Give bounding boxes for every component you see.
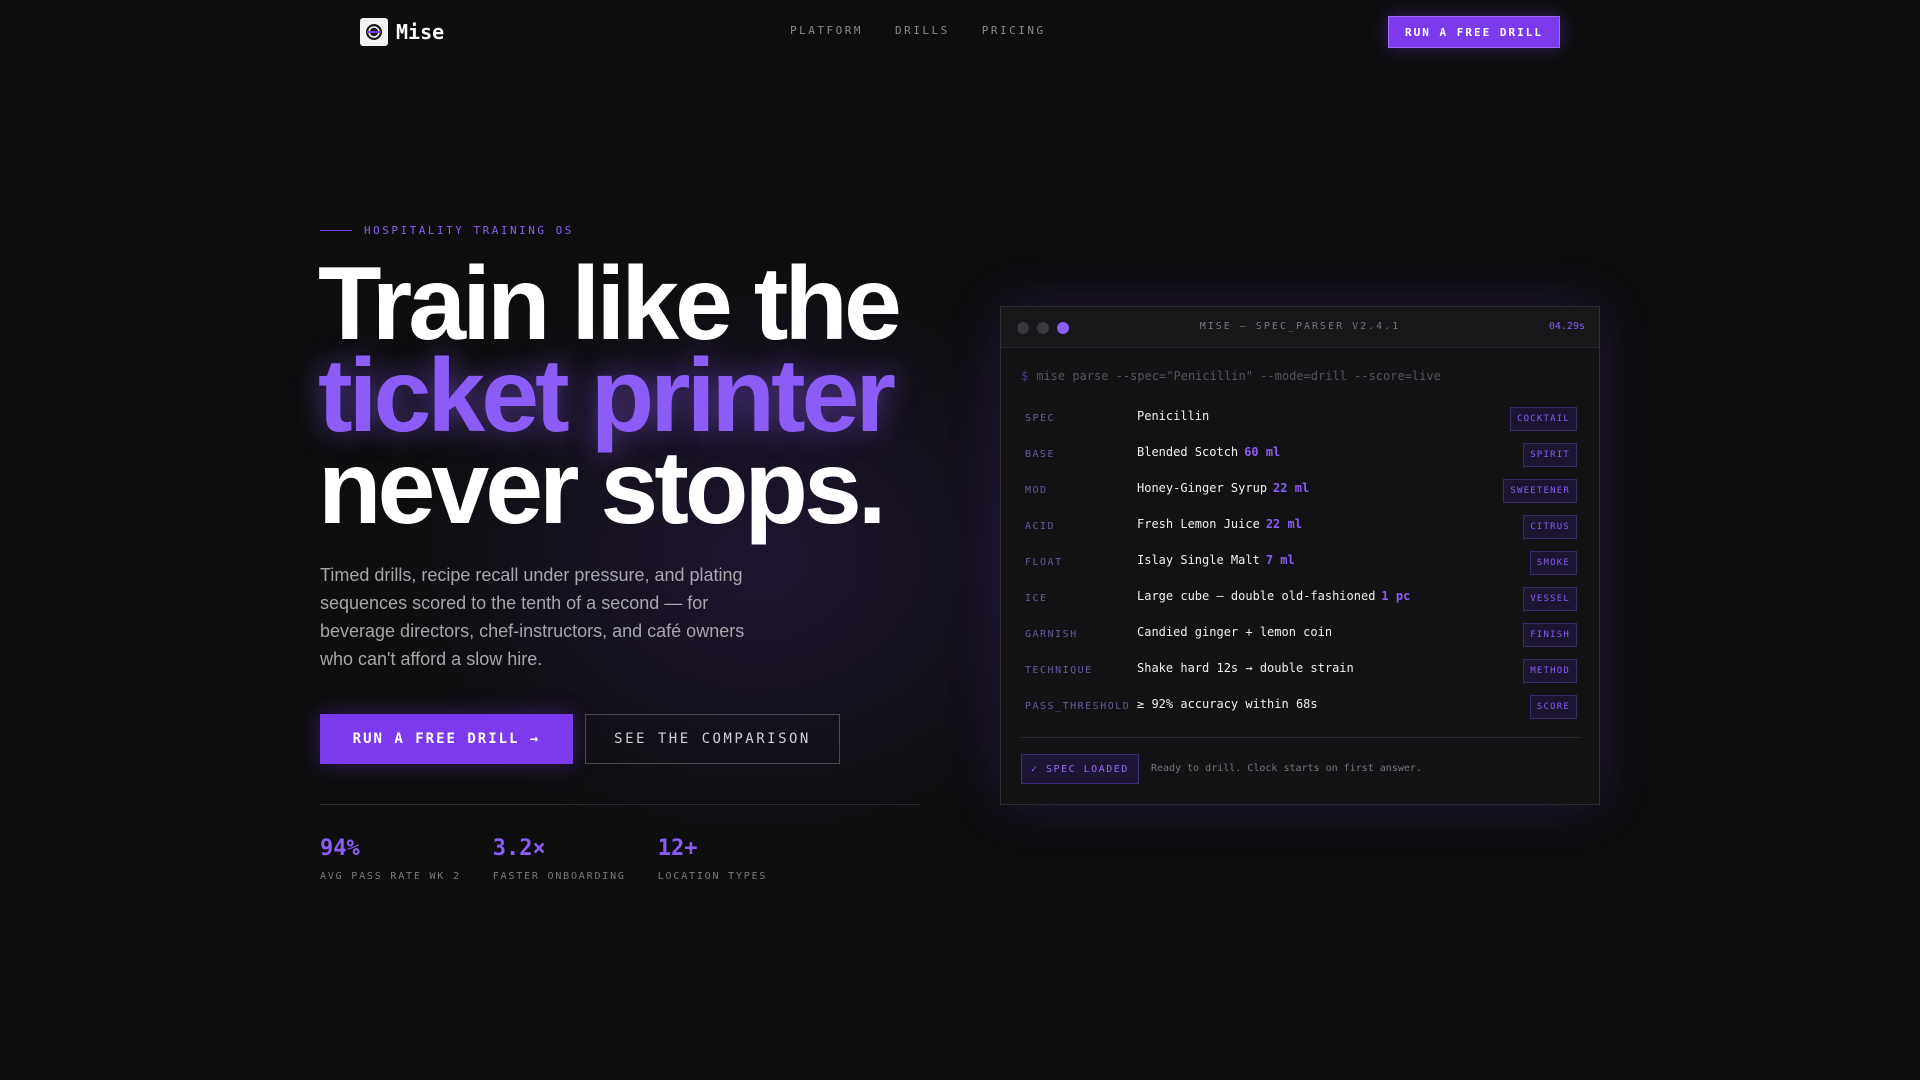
row-qty: 1 pc bbox=[1381, 589, 1411, 603]
run-free-drill-button[interactable]: RUN A FREE DRILL → bbox=[320, 714, 573, 764]
row-tag: VESSEL bbox=[1523, 587, 1577, 611]
eyebrow-line bbox=[320, 230, 352, 231]
row-key: SPEC bbox=[1025, 413, 1056, 424]
row-value: Fresh Lemon Juice 22 ml bbox=[1137, 517, 1302, 531]
row-value: Honey-Ginger Syrup 22 ml bbox=[1137, 481, 1310, 495]
nav-link-drills[interactable]: DRILLS bbox=[895, 24, 950, 37]
row-tag: SPIRIT bbox=[1523, 443, 1577, 467]
spec-loaded-badge: ✓ SPEC LOADED bbox=[1021, 754, 1139, 784]
row-value: Penicillin bbox=[1137, 409, 1210, 423]
stat-value: 94% bbox=[320, 836, 360, 861]
spec-row: BASE Blended Scotch 60 ml SPIRIT bbox=[1001, 443, 1601, 479]
row-value: Blended Scotch 60 ml bbox=[1137, 445, 1281, 459]
row-value: Large cube — double old-fashioned 1 pc bbox=[1137, 589, 1411, 603]
see-comparison-button[interactable]: SEE THE COMPARISON bbox=[585, 714, 840, 764]
row-value: Islay Single Malt 7 ml bbox=[1137, 553, 1295, 567]
row-qty: 22 ml bbox=[1265, 517, 1302, 531]
spec-row: MOD Honey-Ginger Syrup 22 ml SWEETENER bbox=[1001, 479, 1601, 515]
row-key: FLOAT bbox=[1025, 557, 1063, 568]
hero-eyebrow: HOSPITALITY TRAINING OS bbox=[320, 224, 574, 237]
row-qty: 7 ml bbox=[1265, 553, 1295, 567]
row-tag: SCORE bbox=[1529, 695, 1577, 719]
row-tag: METHOD bbox=[1523, 659, 1577, 683]
stat-label: AVG PASS RATE WK 2 bbox=[320, 871, 461, 882]
row-value: Candied ginger + lemon coin bbox=[1137, 625, 1333, 639]
stat-pass-rate: 94% AVG PASS RATE WK 2 bbox=[320, 836, 461, 882]
row-key: MOD bbox=[1025, 485, 1048, 496]
stat-value: 12+ bbox=[657, 836, 698, 861]
row-tag: SWEETENER bbox=[1503, 479, 1577, 503]
stat-label: FASTER ONBOARDING bbox=[492, 871, 626, 882]
terminal-timer: 04.29s bbox=[1548, 321, 1585, 332]
row-tag: COCKTAIL bbox=[1510, 407, 1577, 431]
logo-text: Mise bbox=[396, 20, 445, 44]
nav-run-free-drill-button[interactable]: RUN A FREE DRILL bbox=[1388, 16, 1560, 48]
headline-line-1: Train like the bbox=[318, 246, 902, 362]
row-key: ACID bbox=[1025, 521, 1056, 532]
terminal-title: MISE — SPEC_PARSER V2.4.1 bbox=[1199, 321, 1401, 332]
row-key: ICE bbox=[1025, 593, 1048, 604]
spec-row: SPEC Penicillin COCKTAIL bbox=[1001, 407, 1601, 443]
row-tag: FINISH bbox=[1523, 623, 1577, 647]
prompt-symbol: $ bbox=[1021, 369, 1029, 383]
spec-row: ICE Large cube — double old-fashioned 1 p… bbox=[1001, 587, 1601, 623]
logo[interactable]: Mise bbox=[360, 18, 444, 46]
row-key: TECHNIQUE bbox=[1025, 665, 1093, 676]
spec-row: TECHNIQUE Shake hard 12s → double strain… bbox=[1001, 659, 1601, 695]
row-key: BASE bbox=[1025, 449, 1056, 460]
status-text: Ready to drill. Clock starts on first an… bbox=[1151, 763, 1422, 774]
spec-row: FLOAT Islay Single Malt 7 ml SMOKE bbox=[1001, 551, 1601, 587]
row-qty: 60 ml bbox=[1244, 445, 1281, 459]
row-tag: SMOKE bbox=[1529, 551, 1577, 575]
row-tag: CITRUS bbox=[1523, 515, 1577, 539]
spec-row: ACID Fresh Lemon Juice 22 ml CITRUS bbox=[1001, 515, 1601, 551]
spec-row: PASS_THRESHOLD ≥ 92% accuracy within 68s… bbox=[1001, 695, 1601, 731]
terminal-command: $ mise parse --spec="Penicillin" --mode=d… bbox=[1021, 369, 1441, 383]
headline-line-2: ticket printer bbox=[318, 338, 896, 454]
command-text: mise parse --spec="Penicillin" --mode=dr… bbox=[1036, 369, 1441, 383]
terminal-divider bbox=[1021, 737, 1581, 738]
row-key: PASS_THRESHOLD bbox=[1025, 701, 1131, 712]
mise-logo-icon bbox=[360, 18, 388, 46]
nav-link-platform[interactable]: PLATFORM bbox=[790, 24, 863, 37]
eyebrow-text: HOSPITALITY TRAINING OS bbox=[364, 224, 574, 237]
spec-parser-terminal: MISE — SPEC_PARSER V2.4.1 04.29s $ mise p… bbox=[1000, 306, 1600, 805]
terminal-title-bar: MISE — SPEC_PARSER V2.4.1 04.29s bbox=[1001, 307, 1599, 348]
hero-subtitle: Timed drills, recipe recall under pressu… bbox=[320, 565, 745, 669]
nav-links: PLATFORM DRILLS PRICING bbox=[790, 24, 1046, 37]
stat-value: 3.2× bbox=[492, 836, 546, 861]
stat-onboarding: 3.2× FASTER ONBOARDING bbox=[493, 836, 626, 882]
stat-label: LOCATION TYPES bbox=[657, 871, 768, 882]
row-value: Shake hard 12s → double strain bbox=[1137, 661, 1354, 675]
headline-line-3: never stops. bbox=[318, 430, 887, 546]
row-qty: 22 ml bbox=[1273, 481, 1310, 495]
spec-row: GARNISH Candied ginger + lemon coin FINI… bbox=[1001, 623, 1601, 659]
top-nav: Mise PLATFORM DRILLS PRICING RUN A FREE … bbox=[0, 0, 1920, 62]
hero-stats: 94% AVG PASS RATE WK 2 3.2× FASTER ONBOA… bbox=[320, 836, 799, 882]
row-key: GARNISH bbox=[1025, 629, 1078, 640]
stat-location-types: 12+ LOCATION TYPES bbox=[658, 836, 768, 882]
row-value: ≥ 92% accuracy within 68s bbox=[1137, 697, 1318, 711]
hero-headline: Train like the ticket printer never stop… bbox=[318, 246, 902, 546]
nav-link-pricing[interactable]: PRICING bbox=[982, 24, 1046, 37]
hero-divider bbox=[320, 804, 920, 805]
